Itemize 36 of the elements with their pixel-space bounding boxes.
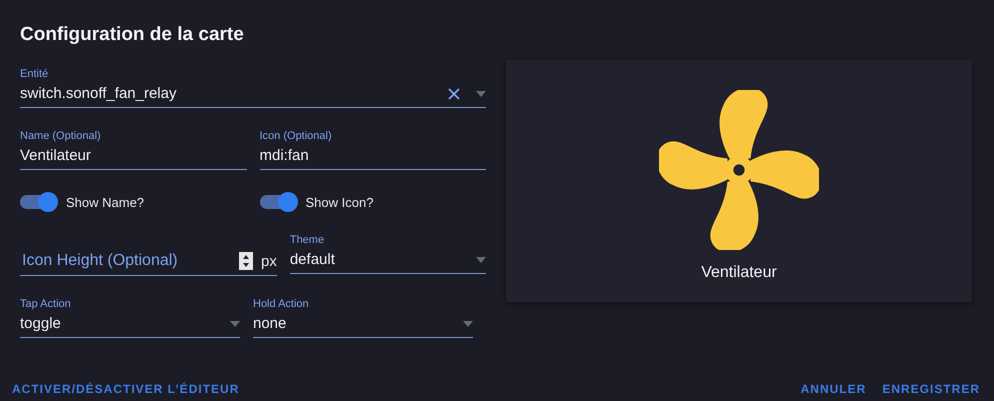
clear-icon[interactable]: [448, 88, 460, 100]
text-field[interactable]: Name (Optional) Ventilateur: [20, 130, 246, 170]
field-value: switch.sonoff_fan_relay: [20, 85, 178, 103]
field-label: Entité: [20, 68, 50, 82]
cancel-button[interactable]: ANNULER: [800, 382, 866, 396]
dropdown-field[interactable]: Tap Action toggle: [20, 298, 240, 338]
save-button[interactable]: ENREGISTRER: [882, 382, 980, 396]
field-value: Ventilateur: [20, 147, 92, 165]
field-value: toggle: [20, 315, 62, 333]
unit-label: px: [261, 252, 277, 270]
field-label: Icon (Optional): [260, 130, 333, 144]
toggle-switch[interactable]: [260, 195, 296, 209]
entity-name: Ventilateur: [701, 264, 777, 282]
dropdown-caret-icon[interactable]: [476, 91, 486, 97]
dropdown-caret-icon[interactable]: [476, 257, 486, 263]
spinner-icon[interactable]: [239, 252, 253, 270]
dialog-title: Configuration de la carte: [19, 23, 245, 47]
field-label: Hold Action: [253, 298, 310, 312]
dropdown-field[interactable]: Theme default: [290, 234, 486, 274]
number-input[interactable]: Icon Height (Optional): [20, 251, 231, 271]
field-value: default: [290, 251, 336, 269]
fan-icon: [659, 90, 819, 250]
toggle-editor-button[interactable]: ACTIVER/DÉSACTIVER L’ÉDITEUR: [12, 382, 240, 396]
field-value: none: [253, 315, 288, 333]
field-label: Name (Optional): [20, 130, 102, 144]
field-value: mdi:fan: [260, 147, 310, 165]
toggle-switch[interactable]: [20, 195, 56, 209]
dropdown-caret-icon[interactable]: [230, 321, 240, 327]
dropdown-caret-icon[interactable]: [463, 321, 473, 327]
field-label: Theme: [290, 234, 326, 248]
entity-combobox[interactable]: Entité switch.sonoff_fan_relay: [20, 68, 486, 108]
dropdown-field[interactable]: Hold Action none: [253, 298, 473, 338]
field-label: Tap Action: [20, 298, 72, 312]
toggle-label: Show Name?: [66, 194, 144, 210]
toggle-label: Show Icon?: [306, 194, 374, 210]
text-field[interactable]: Icon (Optional) mdi:fan: [260, 130, 486, 170]
